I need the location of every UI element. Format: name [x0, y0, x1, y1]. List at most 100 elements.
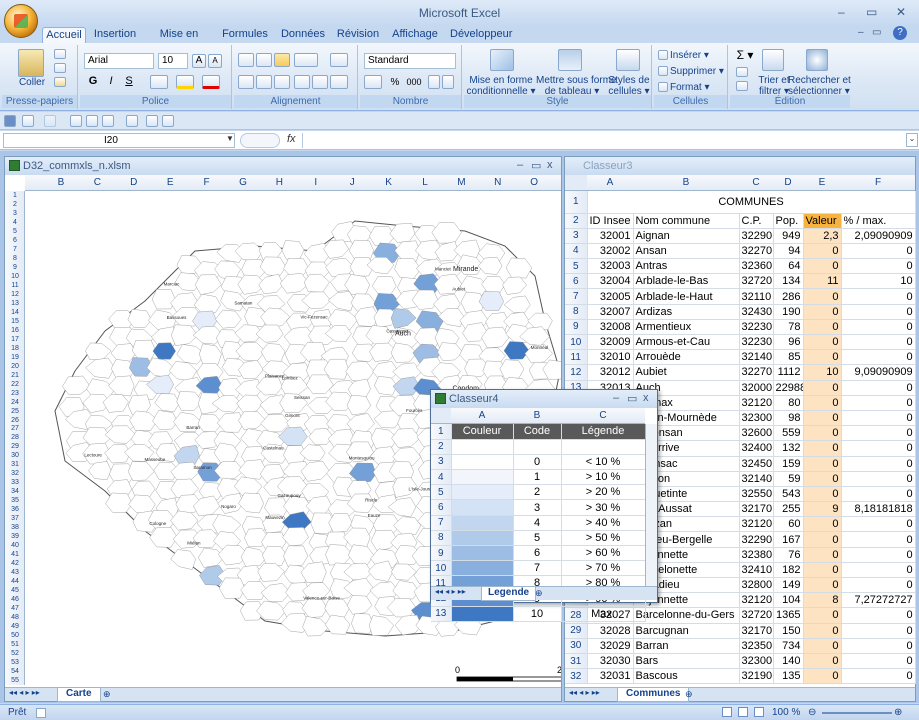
- namebox-dropdown-icon[interactable]: ▼: [226, 134, 234, 143]
- row-header[interactable]: 2: [565, 213, 588, 229]
- align-bottom-icon[interactable]: [274, 53, 290, 67]
- row-header[interactable]: 4: [431, 469, 452, 486]
- cell-cp[interactable]: 32270: [739, 364, 774, 381]
- cell-percent[interactable]: 0: [841, 395, 916, 411]
- map-row-header[interactable]: 28: [5, 433, 24, 442]
- cell-valeur[interactable]: 0: [803, 304, 842, 320]
- cell-cp[interactable]: 32600: [739, 425, 774, 442]
- legend-label[interactable]: > 40 %: [561, 515, 646, 531]
- find-select-button[interactable]: Rechercher et sélectionner ▾: [788, 75, 851, 97]
- cell-pop[interactable]: 76: [773, 547, 804, 563]
- row-header[interactable]: 10: [431, 560, 452, 577]
- cell-valeur[interactable]: 9: [803, 501, 842, 518]
- legend-restore-button[interactable]: ▭: [627, 392, 637, 405]
- legend-col-a[interactable]: A: [451, 408, 513, 423]
- sheet-tab-carte[interactable]: Carte: [57, 688, 101, 702]
- header-cell[interactable]: ID Insee: [587, 213, 634, 229]
- cell-percent[interactable]: 0: [841, 668, 916, 685]
- legend-insert-sheet-icon[interactable]: ⊕: [535, 588, 543, 599]
- cell-valeur[interactable]: 0: [803, 516, 842, 533]
- map-col-f-header[interactable]: F: [189, 175, 225, 190]
- legend-label[interactable]: > 30 %: [561, 499, 646, 516]
- map-col-d-header[interactable]: D: [116, 175, 152, 190]
- cell-cp[interactable]: 32300: [739, 410, 774, 427]
- zoom-out-icon[interactable]: ⊖: [808, 707, 816, 718]
- conditional-format-icon[interactable]: [490, 49, 514, 71]
- legend-empty-cell[interactable]: [561, 439, 646, 455]
- map-row-header[interactable]: 31: [5, 460, 24, 469]
- quick-print-icon[interactable]: [86, 115, 98, 127]
- restore-button[interactable]: ▭: [866, 5, 877, 19]
- cell-cp[interactable]: 32350: [739, 638, 774, 654]
- cell-percent[interactable]: 8,18181818: [841, 501, 916, 518]
- col-d-header[interactable]: D: [773, 175, 803, 190]
- format-button[interactable]: Format ▾: [670, 82, 722, 93]
- thousands-button[interactable]: 000: [404, 77, 424, 88]
- row-header[interactable]: 7: [565, 288, 588, 305]
- map-col-e-header[interactable]: E: [152, 175, 188, 190]
- cell-percent[interactable]: 0: [841, 486, 916, 503]
- cell-cp[interactable]: 32120: [739, 395, 774, 411]
- cell-cp[interactable]: 32430: [739, 304, 774, 320]
- tab-revision[interactable]: Révision: [336, 27, 380, 43]
- name-box[interactable]: I20: [3, 133, 235, 148]
- cell-cp[interactable]: 32140: [739, 349, 774, 366]
- cell-pop[interactable]: 190: [773, 304, 804, 320]
- cell-percent[interactable]: 0: [841, 243, 916, 260]
- cell-valeur[interactable]: 0: [803, 319, 842, 336]
- macro-icon[interactable]: [126, 115, 138, 127]
- map-row-header[interactable]: 5: [5, 227, 24, 236]
- zoom-in-icon[interactable]: ⊕: [894, 707, 902, 718]
- cell-valeur[interactable]: 0: [803, 547, 842, 563]
- cell-percent[interactable]: 0: [841, 304, 916, 320]
- legend-label[interactable]: < 10 %: [561, 454, 646, 471]
- legend-label[interactable]: > 70 %: [561, 560, 646, 577]
- fill-color-icon[interactable]: [176, 75, 194, 89]
- sheet-nav-icon[interactable]: ◂◂ ◂ ▸ ▸▸: [9, 688, 40, 697]
- cell-cp[interactable]: 32170: [739, 501, 774, 518]
- header-cell[interactable]: C.P.: [739, 213, 774, 229]
- cell-percent[interactable]: 0: [841, 456, 916, 472]
- decrease-indent-icon[interactable]: [294, 75, 310, 89]
- col-b-header[interactable]: B: [633, 175, 739, 190]
- cell-pop[interactable]: 135: [773, 668, 804, 685]
- align-center-icon[interactable]: [256, 75, 272, 89]
- header-cell[interactable]: Valeur: [803, 213, 842, 229]
- map-col-j-header[interactable]: J: [334, 175, 370, 190]
- insert-sheet-icon[interactable]: ⊕: [103, 689, 111, 700]
- map-row-header[interactable]: 47: [5, 604, 24, 613]
- cut-icon[interactable]: [54, 49, 66, 59]
- paste-button[interactable]: Coller: [16, 77, 48, 88]
- map-minimize-button[interactable]: –: [517, 159, 523, 171]
- legend-empty-cell[interactable]: [451, 439, 514, 455]
- row-header[interactable]: 1: [565, 191, 588, 214]
- tab-mise-en-page[interactable]: Mise en page: [148, 27, 210, 55]
- header-cell[interactable]: Nom commune: [633, 213, 740, 229]
- cell-cp[interactable]: 32120: [739, 516, 774, 533]
- row-header[interactable]: 3: [565, 228, 588, 244]
- font-size-combo[interactable]: 10: [158, 53, 188, 69]
- map-row-header[interactable]: 24: [5, 398, 24, 407]
- map-row-header[interactable]: 9: [5, 263, 24, 272]
- communes-window-title[interactable]: Classeur3: [565, 157, 915, 175]
- map-row-header[interactable]: 38: [5, 523, 24, 532]
- cell-cp[interactable]: 32120: [739, 592, 774, 609]
- legend-code[interactable]: 1: [513, 469, 562, 486]
- wrap-text-icon[interactable]: [330, 53, 348, 67]
- cell-insee[interactable]: 32029: [587, 638, 634, 654]
- copy-icon[interactable]: [54, 63, 66, 73]
- cell-valeur[interactable]: 0: [803, 395, 842, 411]
- cell-valeur[interactable]: 0: [803, 425, 842, 442]
- row-header[interactable]: 2: [431, 439, 452, 455]
- map-row-header[interactable]: 46: [5, 595, 24, 604]
- percent-button[interactable]: %: [388, 77, 402, 88]
- map-row-header[interactable]: 41: [5, 550, 24, 559]
- cell-pop[interactable]: 149: [773, 577, 804, 594]
- legend-code[interactable]: 7: [513, 560, 562, 577]
- office-button[interactable]: [4, 4, 38, 38]
- cell-insee[interactable]: 32002: [587, 243, 634, 260]
- tab-insertion[interactable]: Insertion: [92, 27, 138, 43]
- cell-cp[interactable]: 32800: [739, 577, 774, 594]
- save-icon[interactable]: [4, 115, 16, 127]
- map-row-header[interactable]: 40: [5, 541, 24, 550]
